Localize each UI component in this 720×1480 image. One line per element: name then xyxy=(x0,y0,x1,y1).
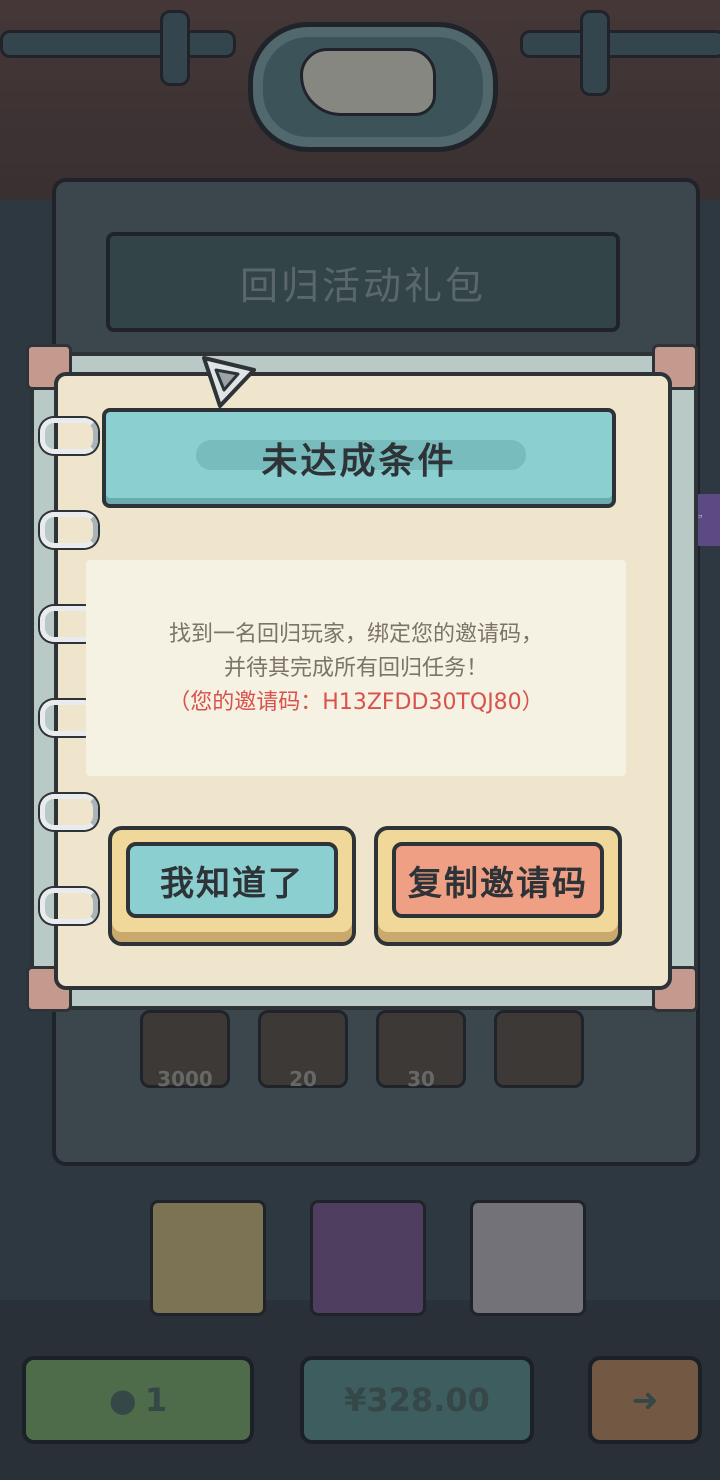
copy-invite-code-button[interactable]: 复制邀请码 xyxy=(374,826,622,946)
binder-ring xyxy=(40,794,98,830)
dialog-title-banner: 未达成条件 xyxy=(102,408,616,508)
message-line: 找到一名回归玩家，绑定您的邀请码， xyxy=(168,622,543,647)
copy-button-label: 复制邀请码 xyxy=(392,842,604,918)
binder-ring xyxy=(40,888,98,924)
ok-button[interactable]: 我知道了 xyxy=(108,826,356,946)
message-box: 找到一名回归玩家，绑定您的邀请码， 并待其完成所有回归任务！ （您的邀请码：H1… xyxy=(86,560,626,776)
message-line: 并待其完成所有回归任务！ xyxy=(223,656,488,681)
clip-icon xyxy=(202,356,256,408)
dialog-title: 未达成条件 xyxy=(261,441,457,482)
invite-code-text: （您的邀请码：H13ZFDD30TQJ80） xyxy=(168,690,544,715)
ok-button-label: 我知道了 xyxy=(126,842,338,918)
binder-ring xyxy=(40,512,98,548)
binder-ring xyxy=(40,418,98,454)
